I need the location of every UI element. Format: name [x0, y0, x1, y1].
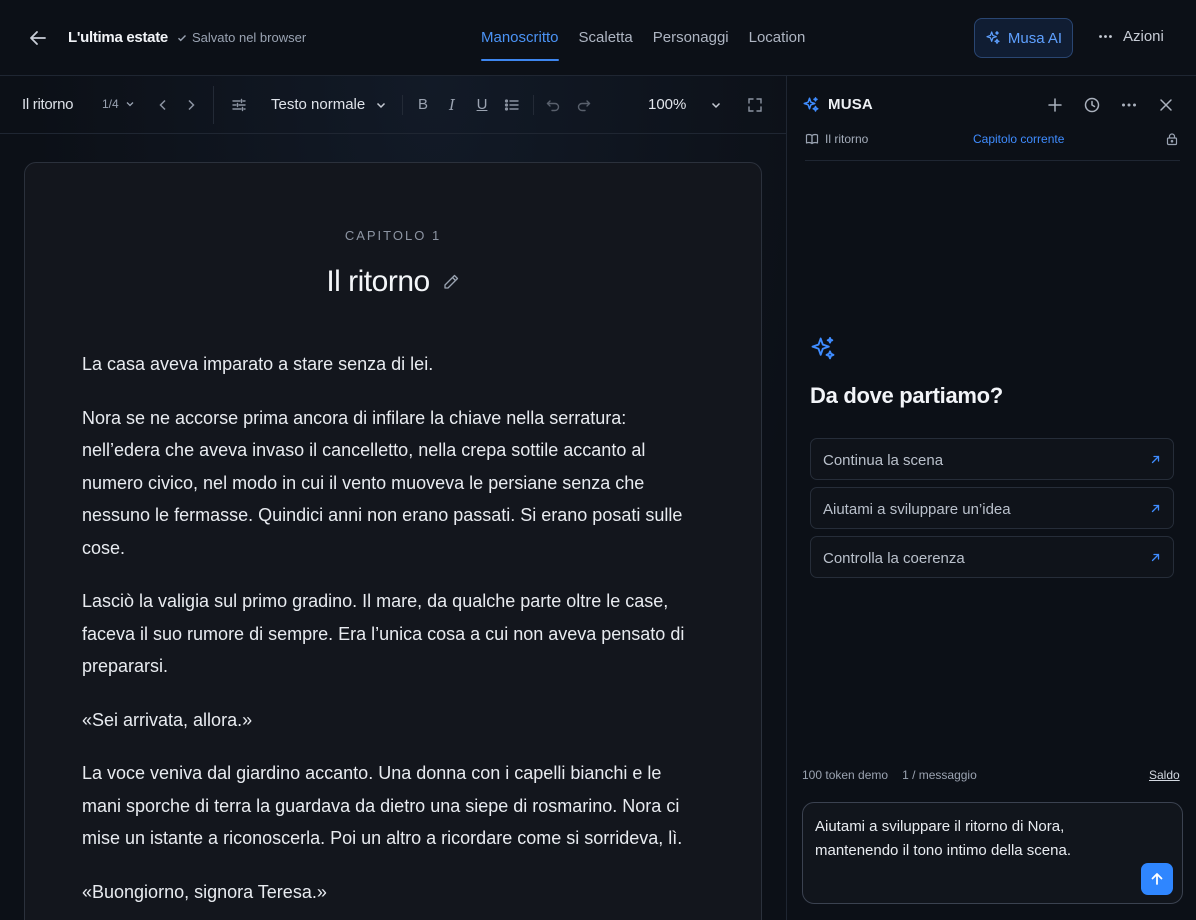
suggestion-label: Aiutami a sviluppare un’idea: [823, 501, 1011, 518]
empty-state-title: Da dove partiamo?: [810, 383, 1003, 408]
save-status: Salvato nel browser: [177, 30, 306, 45]
text-style-dropdown[interactable]: Testo normale: [271, 96, 387, 113]
panel-title: MUSA: [828, 96, 873, 113]
toolbar-divider: [533, 95, 534, 115]
token-cost: 1 / messaggio: [902, 768, 977, 782]
redo-icon[interactable]: [576, 97, 592, 113]
tab-location[interactable]: Location: [749, 0, 806, 76]
chapter-title-row: Il ritorno: [25, 265, 761, 299]
bullet-list-icon[interactable]: [504, 97, 520, 113]
context-chapter: Il ritorno: [825, 132, 869, 146]
editor-toolbar: Il ritorno 1/4 Testo normale B I U 100%: [0, 76, 786, 134]
paragraph: «Buongiorno, signora Teresa.»: [82, 881, 327, 902]
sliders-icon[interactable]: [231, 97, 247, 113]
musa-ai-label: Musa AI: [1007, 29, 1063, 47]
chevron-right-icon[interactable]: [183, 97, 199, 113]
paragraph: La casa aveva imparato a stare senza di …: [82, 354, 434, 374]
chevron-down-icon: [125, 99, 135, 109]
chevron-left-icon[interactable]: [155, 97, 171, 113]
main-tabs: Manoscritto Scaletta Personaggi Location: [481, 0, 805, 76]
token-info: 100 token demo 1 / messaggio: [802, 768, 977, 782]
arrow-up-right-icon: [1151, 455, 1160, 464]
tab-manoscritto[interactable]: Manoscritto: [481, 0, 559, 76]
text-style-label: Testo normale: [271, 96, 366, 113]
paragraph: La voce veniva dal giardino accanto. Una…: [82, 763, 683, 848]
history-clock-icon[interactable]: [1083, 96, 1101, 114]
tab-personaggi[interactable]: Personaggi: [653, 0, 729, 76]
arrow-up-right-icon: [1151, 504, 1160, 513]
actions-label: Azioni: [1123, 28, 1164, 45]
undo-icon[interactable]: [545, 97, 561, 113]
musa-ai-button[interactable]: Musa AI: [974, 18, 1073, 58]
chapter-title[interactable]: Il ritorno: [326, 265, 430, 299]
toolbar-divider: [402, 95, 403, 115]
toolbar-chapter-name: Il ritorno: [22, 96, 74, 113]
book-icon: [805, 132, 819, 146]
context-scope-selector[interactable]: Capitolo corrente: [973, 132, 1064, 146]
chapter-number-label: CAPITOLO 1: [344, 228, 442, 243]
more-horizontal-icon: [1097, 28, 1114, 45]
message-input[interactable]: Aiutami a sviluppare il ritorno di Nora,…: [815, 815, 1135, 875]
suggestion-label: Controlla la coerenza: [823, 550, 965, 567]
suggestion-check-consistency[interactable]: Controlla la coerenza: [810, 536, 1174, 578]
fullscreen-icon[interactable]: [747, 97, 763, 113]
message-composer: Aiutami a sviluppare il ritorno di Nora,…: [802, 802, 1183, 904]
token-balance: 100 token demo: [802, 768, 889, 782]
lock-icon[interactable]: [1165, 132, 1179, 146]
chevron-down-icon: [375, 99, 387, 111]
top-bar: L'ultima estate Salvato nel browser Mano…: [0, 0, 1196, 76]
manuscript-text[interactable]: La casa aveva imparato a stare senza di …: [82, 348, 702, 920]
save-status-text: Salvato nel browser: [192, 30, 307, 45]
zoom-level[interactable]: 100%: [648, 96, 686, 113]
actions-menu-button[interactable]: Azioni: [1097, 28, 1164, 45]
paragraph: «Sei arrivata, allora.»: [82, 709, 253, 730]
pencil-edit-icon[interactable]: [442, 273, 460, 291]
editor-area: Il ritorno 1/4 Testo normale B I U 100% …: [0, 76, 786, 920]
balance-link[interactable]: Saldo: [1149, 768, 1180, 782]
suggestion-continue-scene[interactable]: Continua la scena: [810, 438, 1174, 480]
document-title: L'ultima estate: [68, 29, 168, 46]
context-bar: Il ritorno Capitolo corrente: [805, 131, 1180, 161]
paragraph: Lasciò la valigia sul primo gradino. Il …: [82, 591, 685, 676]
sparkles-icon: [985, 30, 1001, 46]
suggestion-develop-idea[interactable]: Aiutami a sviluppare un’idea: [810, 487, 1174, 529]
bold-button[interactable]: B: [414, 96, 432, 114]
manuscript-page[interactable]: CAPITOLO 1 Il ritorno La casa aveva impa…: [24, 162, 762, 920]
musa-panel: MUSA Il ritorno Capitolo corrente Da dov…: [786, 76, 1196, 920]
plus-icon[interactable]: [1046, 96, 1064, 114]
tab-scaletta[interactable]: Scaletta: [579, 0, 633, 76]
chevron-down-icon[interactable]: [710, 99, 722, 111]
page-selector[interactable]: 1/4: [102, 97, 135, 111]
underline-button[interactable]: U: [473, 96, 491, 114]
send-button[interactable]: [1141, 863, 1173, 895]
paragraph: Nora se ne accorse prima ancora di infil…: [82, 407, 683, 558]
close-icon[interactable]: [1157, 96, 1175, 114]
toolbar-divider: [213, 86, 214, 124]
italic-button[interactable]: I: [443, 96, 461, 114]
arrow-up-right-icon: [1151, 553, 1160, 562]
sparkles-icon: [802, 96, 820, 114]
suggestion-label: Continua la scena: [823, 452, 944, 469]
arrow-up-icon: [1151, 873, 1163, 885]
back-arrow-icon[interactable]: [26, 26, 50, 50]
more-horizontal-icon[interactable]: [1120, 96, 1138, 114]
check-icon: [177, 33, 187, 43]
page-indicator: 1/4: [102, 97, 119, 111]
sparkles-icon: [809, 335, 837, 363]
